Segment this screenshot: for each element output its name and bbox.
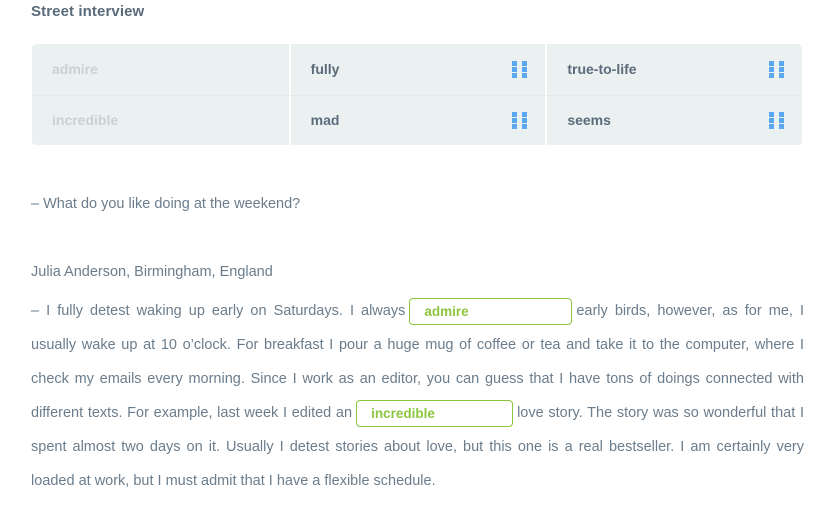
page-title: Street interview bbox=[31, 3, 145, 20]
answer-blank-1[interactable]: admire bbox=[409, 297, 573, 325]
word-bank-label: seems bbox=[567, 112, 611, 129]
speaker-attribution: Julia Anderson, Birmingham, England bbox=[31, 264, 273, 280]
answer-paragraph: – I fully detest waking up early on Satu… bbox=[31, 294, 804, 498]
answer-text-segment-1: – I fully detest waking up early on Satu… bbox=[31, 303, 406, 319]
word-bank: admire fully true-to-life incredible mad… bbox=[32, 44, 802, 145]
word-bank-label: incredible bbox=[52, 112, 119, 129]
word-bank-label: mad bbox=[310, 112, 340, 129]
word-bank-label: true-to-life bbox=[567, 61, 637, 78]
drag-handle-icon[interactable] bbox=[768, 60, 784, 78]
word-bank-item-incredible[interactable]: incredible bbox=[32, 94, 289, 146]
word-bank-item-true-to-life[interactable]: true-to-life bbox=[545, 44, 802, 95]
word-bank-item-mad[interactable]: mad bbox=[288, 94, 546, 145]
word-bank-label: admire bbox=[52, 61, 98, 78]
word-bank-item-seems[interactable]: seems bbox=[545, 94, 802, 145]
interview-question: – What do you like doing at the weekend? bbox=[31, 196, 301, 212]
exercise-page: Street interview admire fully true-to-li… bbox=[0, 0, 838, 523]
drag-handle-icon[interactable] bbox=[512, 111, 528, 129]
word-bank-label: fully bbox=[310, 61, 340, 78]
drag-handle-icon[interactable] bbox=[768, 111, 784, 129]
drag-handle-icon[interactable] bbox=[512, 60, 528, 78]
answer-blank-2[interactable]: incredible bbox=[356, 399, 514, 427]
word-bank-item-fully[interactable]: fully bbox=[288, 44, 546, 95]
word-bank-item-admire[interactable]: admire bbox=[32, 44, 289, 95]
